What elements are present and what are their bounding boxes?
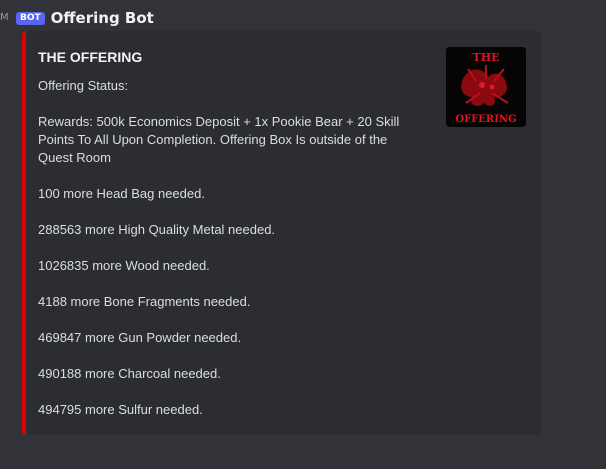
svg-text:OFFERING: OFFERING bbox=[455, 114, 516, 125]
bot-tag: BOT bbox=[16, 11, 45, 25]
rewards-line: Rewards: 500k Economics Deposit + 1x Poo… bbox=[38, 114, 400, 129]
requirement-line: 288563 more High Quality Metal needed. bbox=[38, 222, 276, 237]
embed-thumbnail[interactable]: THE OFFERING bbox=[446, 47, 526, 127]
requirement-line: 100 more Head Bag needed. bbox=[38, 186, 205, 201]
requirement-line: 1026835 more Wood needed. bbox=[38, 258, 210, 273]
the-offering-logo-icon: THE OFFERING bbox=[446, 47, 526, 127]
requirement-line: 4188 more Bone Fragments needed. bbox=[38, 294, 251, 309]
embed-title: THE OFFERING bbox=[38, 49, 143, 65]
author-name[interactable]: Offering Bot bbox=[51, 9, 154, 27]
embed-description: Offering Status: Rewards: 500k Economics… bbox=[38, 77, 428, 419]
requirement-line: 490188 more Charcoal needed. bbox=[38, 366, 221, 381]
svg-text:THE: THE bbox=[473, 51, 500, 64]
status-line: Offering Status: bbox=[38, 78, 129, 93]
embed: THE OFFERING Offering Status: Rewards: 5… bbox=[22, 31, 541, 435]
rewards-line: Quest Room bbox=[38, 150, 111, 165]
rewards-line: Points To All Upon Completion. Offering … bbox=[38, 132, 388, 147]
requirement-line: 494795 more Sulfur needed. bbox=[38, 402, 203, 417]
chat-view: M BOT Offering Bot THE OFFERING Offering… bbox=[0, 0, 606, 469]
requirement-line: 469847 more Gun Powder needed. bbox=[38, 330, 242, 345]
timestamp-fragment: M bbox=[0, 12, 9, 23]
message-header: BOT Offering Bot bbox=[16, 8, 154, 28]
embed-accent-bar bbox=[22, 31, 26, 435]
